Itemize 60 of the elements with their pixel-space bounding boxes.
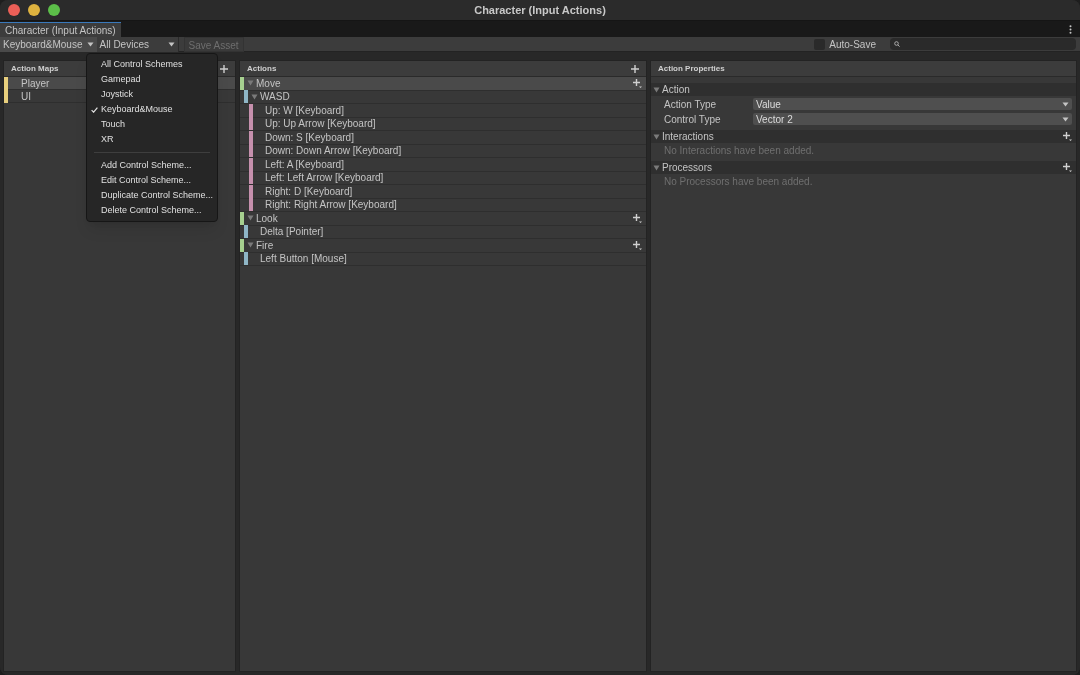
- tree-row[interactable]: WASD: [240, 90, 646, 104]
- menu-item[interactable]: XR: [87, 132, 217, 147]
- tree-row[interactable]: Up: Up Arrow [Keyboard]: [240, 117, 646, 131]
- menu-item[interactable]: Keyboard&Mouse: [87, 102, 217, 117]
- tree-row[interactable]: Move: [240, 77, 646, 91]
- menu-item[interactable]: Joystick: [87, 87, 217, 102]
- tree-row[interactable]: Right: D [Keyboard]: [240, 185, 646, 199]
- caret-icon: [1062, 101, 1069, 107]
- menu-item[interactable]: All Control Schemes: [87, 57, 217, 72]
- menu-item[interactable]: Delete Control Scheme...: [87, 203, 217, 218]
- caret-icon: [86, 41, 94, 47]
- auto-save-label: Auto-Save: [829, 37, 876, 52]
- menu-item[interactable]: Duplicate Control Scheme...: [87, 188, 217, 203]
- type-dropdown[interactable]: Vector 2: [753, 113, 1072, 125]
- auto-save-checkbox[interactable]: [814, 38, 826, 50]
- section-header[interactable]: Interactions: [651, 130, 1076, 143]
- tree-row[interactable]: Left: Left Arrow [Keyboard]: [240, 171, 646, 185]
- tree-row[interactable]: Down: Down Arrow [Keyboard]: [240, 144, 646, 158]
- add-dropdown-icon[interactable]: [1063, 163, 1072, 172]
- add-dropdown-icon[interactable]: [1063, 132, 1072, 141]
- menu-item[interactable]: Touch: [87, 117, 217, 132]
- search-field[interactable]: [890, 38, 1076, 50]
- add-dropdown-icon[interactable]: [633, 213, 642, 223]
- tree-row[interactable]: Left Button [Mouse]: [240, 252, 646, 266]
- add-dropdown-icon[interactable]: [633, 240, 642, 250]
- menu-item[interactable]: Edit Control Scheme...: [87, 173, 217, 188]
- field-label: Action Type: [663, 97, 718, 112]
- close-window-icon[interactable]: [8, 4, 20, 16]
- editor-tab[interactable]: Character (Input Actions): [0, 22, 121, 37]
- window-title: Character (Input Actions): [474, 2, 606, 18]
- tree-row[interactable]: Down: S [Keyboard]: [240, 131, 646, 145]
- more-options-icon[interactable]: [1069, 25, 1072, 34]
- maximize-window-icon[interactable]: [48, 4, 60, 16]
- field-label: Control Type: [663, 112, 722, 127]
- tree-row[interactable]: Delta [Pointer]: [240, 225, 646, 239]
- expand-arrow-icon[interactable]: [653, 86, 660, 93]
- panel-title: Action Maps: [11, 62, 59, 75]
- type-dropdown[interactable]: Value: [753, 98, 1072, 110]
- minimize-window-icon[interactable]: [28, 4, 40, 16]
- section-header[interactable]: Action: [651, 83, 1076, 96]
- tree-row[interactable]: Right: Right Arrow [Keyboard]: [240, 198, 646, 212]
- caret-icon: [167, 41, 175, 47]
- add-dropdown-icon[interactable]: [633, 78, 642, 88]
- caret-icon: [1062, 116, 1069, 122]
- tree-row[interactable]: Left: A [Keyboard]: [240, 158, 646, 172]
- tree-row[interactable]: Up: W [Keyboard]: [240, 104, 646, 118]
- expand-arrow-icon[interactable]: [247, 242, 254, 249]
- tree-row[interactable]: Look: [240, 212, 646, 226]
- menu-item[interactable]: Gamepad: [87, 72, 217, 87]
- expand-arrow-icon[interactable]: [247, 215, 254, 222]
- expand-arrow-icon[interactable]: [653, 164, 660, 171]
- tree-row[interactable]: Fire: [240, 239, 646, 253]
- section-header[interactable]: Processors: [651, 161, 1076, 174]
- add-icon[interactable]: [220, 64, 228, 73]
- panel-title: Actions: [247, 62, 277, 75]
- add-icon[interactable]: [631, 64, 639, 73]
- panel-title: Action Properties: [658, 62, 725, 75]
- menu-item[interactable]: Add Control Scheme...: [87, 158, 217, 173]
- search-icon: [894, 41, 900, 47]
- expand-arrow-icon[interactable]: [653, 133, 660, 140]
